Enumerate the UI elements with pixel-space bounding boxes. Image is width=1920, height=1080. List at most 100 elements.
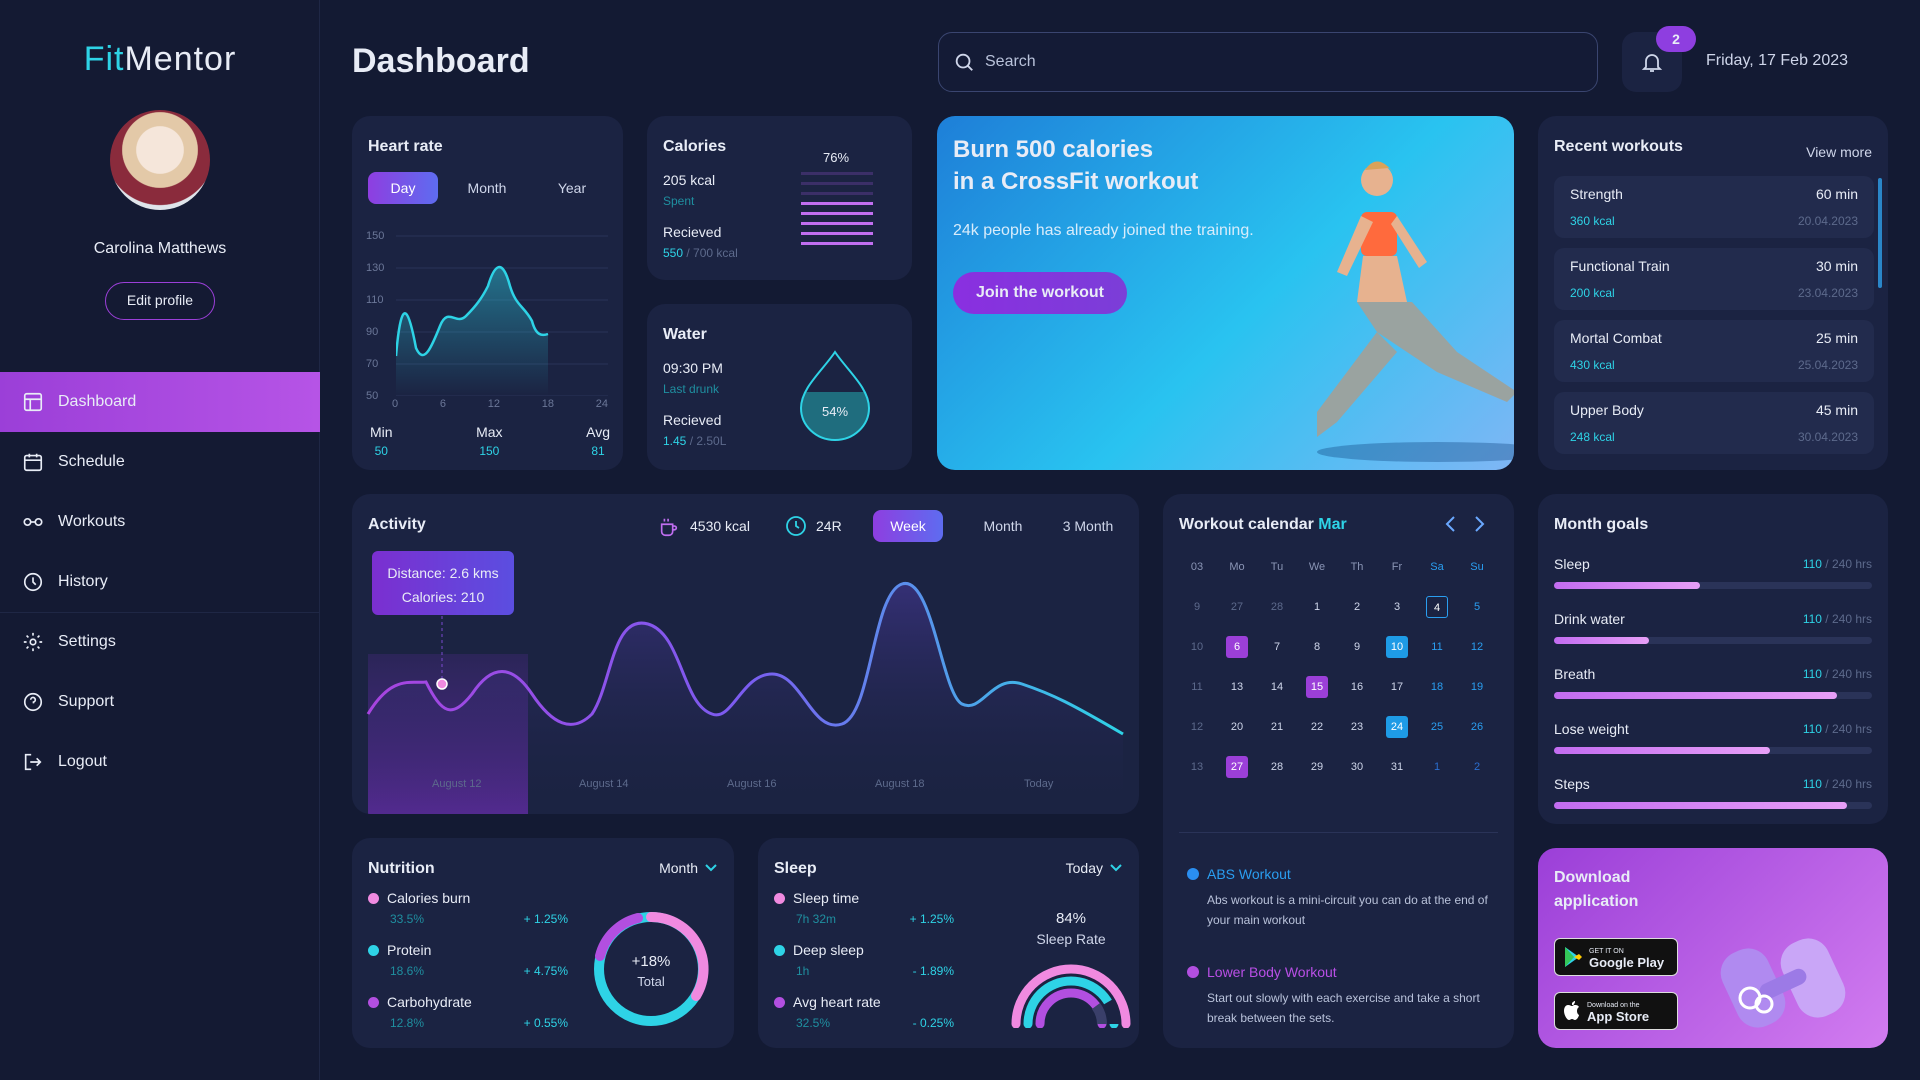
edit-profile-button[interactable]: Edit profile: [105, 282, 215, 320]
calendar-day[interactable]: 19: [1466, 676, 1488, 698]
stat-max: Max 150: [476, 424, 502, 458]
workout-item[interactable]: Mortal Combat 25 min 430 kcal 25.04.2023: [1554, 320, 1874, 382]
workout-date: 23.04.2023: [1797, 286, 1858, 300]
selected-point[interactable]: [436, 678, 448, 690]
sleep-period-select[interactable]: Today: [1066, 860, 1123, 876]
goal-progress-bar: [1554, 692, 1872, 699]
apple-icon: [1564, 1001, 1579, 1020]
nav-item-logout[interactable]: Logout: [0, 732, 320, 792]
calendar-day[interactable]: 18: [1426, 676, 1448, 698]
calendar-day[interactable]: 27: [1226, 756, 1248, 778]
calendar-event[interactable]: Lower Body Workout Start out slowly with…: [1187, 964, 1497, 1028]
view-more-link[interactable]: View more: [1806, 144, 1872, 160]
month-goals-card: Month goals Sleep 110 / 240 hrs Drink wate…: [1538, 494, 1888, 824]
calendar-day[interactable]: 8: [1306, 636, 1328, 658]
calendar-day[interactable]: 12: [1466, 636, 1488, 658]
nav-item-history[interactable]: History: [0, 552, 320, 612]
calendar-day[interactable]: 30: [1346, 756, 1368, 778]
tab-month[interactable]: Month: [452, 172, 522, 204]
goal-progress-fill: [1554, 692, 1838, 699]
calendar-event[interactable]: ABS Workout Abs workout is a mini-circui…: [1187, 866, 1497, 930]
calendar-day[interactable]: 2: [1346, 596, 1368, 618]
calendar-day[interactable]: 25: [1426, 716, 1448, 738]
calendar-day[interactable]: 17: [1386, 676, 1408, 698]
stat-value: 81: [591, 444, 605, 458]
join-workout-button[interactable]: Join the workout: [953, 272, 1127, 314]
calendar-day[interactable]: 11: [1426, 636, 1448, 658]
week-number: 11: [1191, 681, 1203, 693]
metric-sub: 18.6%: [390, 964, 425, 978]
workout-item[interactable]: Strength 60 min 360 kcal 20.04.2023: [1554, 176, 1874, 238]
athlete-image: [1317, 161, 1514, 462]
goal-label: Lose weight: [1554, 721, 1629, 737]
calendar-day[interactable]: 23: [1346, 716, 1368, 738]
calendar-day[interactable]: 7: [1266, 636, 1288, 658]
tab-week[interactable]: Week: [873, 510, 943, 542]
metric-delta: + 1.25%: [909, 912, 954, 926]
goal-value: 110 / 240 hrs: [1802, 722, 1872, 736]
nutrition-period-select[interactable]: Month: [659, 860, 718, 876]
calendar-day[interactable]: 16: [1346, 676, 1368, 698]
calendar-day[interactable]: 29: [1306, 756, 1328, 778]
sleep-rate: 84% Sleep Rate: [1036, 910, 1106, 947]
weekday-label: We: [1308, 561, 1326, 573]
calendar-day[interactable]: 4: [1426, 596, 1448, 618]
bar: [801, 192, 873, 195]
chevron-right-icon[interactable]: [1471, 514, 1487, 534]
calendar-day[interactable]: 9: [1346, 636, 1368, 658]
calendar-day[interactable]: 21: [1266, 716, 1288, 738]
nav-item-support[interactable]: Support: [0, 672, 320, 732]
app-store-button[interactable]: Download on the App Store: [1554, 992, 1678, 1030]
calendar-day[interactable]: 1: [1426, 756, 1448, 778]
nav-item-dashboard[interactable]: Dashboard: [0, 372, 320, 432]
calendar-day[interactable]: 13: [1226, 676, 1248, 698]
nav-item-workouts[interactable]: Workouts: [0, 492, 320, 552]
app-logo[interactable]: FitMentor: [0, 40, 320, 79]
search-icon: [955, 53, 973, 71]
workout-duration: 60 min: [1815, 186, 1858, 202]
calendar-day[interactable]: 10: [1386, 636, 1408, 658]
calendar-day[interactable]: 15: [1306, 676, 1328, 698]
calendar-day[interactable]: 26: [1466, 716, 1488, 738]
google-play-button[interactable]: GET IT ON Google Play: [1554, 938, 1678, 976]
workout-duration: 25 min: [1815, 330, 1858, 346]
calendar-day[interactable]: 3: [1386, 596, 1408, 618]
nav-item-schedule[interactable]: Schedule: [0, 432, 320, 492]
calendar-day[interactable]: 22: [1306, 716, 1328, 738]
calendar-day[interactable]: 28: [1266, 756, 1288, 778]
calendar-day[interactable]: 28: [1266, 596, 1288, 618]
nutrition-card: Nutrition Month Calories burn 33.5% + 1.25…: [352, 838, 734, 1048]
calendar-day[interactable]: 2: [1466, 756, 1488, 778]
search-bar[interactable]: Search: [938, 32, 1598, 92]
calendar-day[interactable]: 6: [1226, 636, 1248, 658]
nav-label: Workouts: [58, 513, 126, 530]
calendar-day[interactable]: 14: [1266, 676, 1288, 698]
tab-day[interactable]: Day: [368, 172, 438, 204]
workout-item[interactable]: Upper Body 45 min 248 kcal 30.04.2023: [1554, 392, 1874, 454]
metric-item: Avg heart rate 32.5% - 0.25%: [774, 994, 954, 1030]
calendar-icon: [23, 453, 43, 472]
water-drop-icon: 54%: [799, 350, 871, 441]
heart-rate-chart: [396, 235, 608, 396]
bar: [801, 232, 873, 235]
calendar-day[interactable]: 27: [1226, 596, 1248, 618]
calendar-day[interactable]: 5: [1466, 596, 1488, 618]
calendar-day[interactable]: 31: [1386, 756, 1408, 778]
scrollbar[interactable]: [1878, 178, 1882, 288]
calendar-divider: [1179, 832, 1498, 833]
calories-received: 550 / 700 kcal: [663, 246, 738, 260]
calendar-title: Workout calendar Mar: [1179, 516, 1347, 533]
tab-month[interactable]: Month: [968, 510, 1038, 542]
chevron-left-icon[interactable]: [1443, 514, 1459, 534]
goal-item: Sleep 110 / 240 hrs: [1554, 556, 1872, 589]
workout-item[interactable]: Functional Train 30 min 200 kcal 23.04.202…: [1554, 248, 1874, 310]
nav-item-settings[interactable]: Settings: [0, 612, 320, 672]
calendar-day[interactable]: 1: [1306, 596, 1328, 618]
calories-spent: 205 kcal: [663, 172, 716, 188]
tab-3-month[interactable]: 3 Month: [1052, 510, 1124, 542]
workout-date: 20.04.2023: [1797, 214, 1858, 228]
tab-year[interactable]: Year: [537, 172, 607, 204]
calendar-day[interactable]: 20: [1226, 716, 1248, 738]
search-input[interactable]: Search: [985, 53, 1036, 71]
calendar-day[interactable]: 24: [1386, 716, 1408, 738]
